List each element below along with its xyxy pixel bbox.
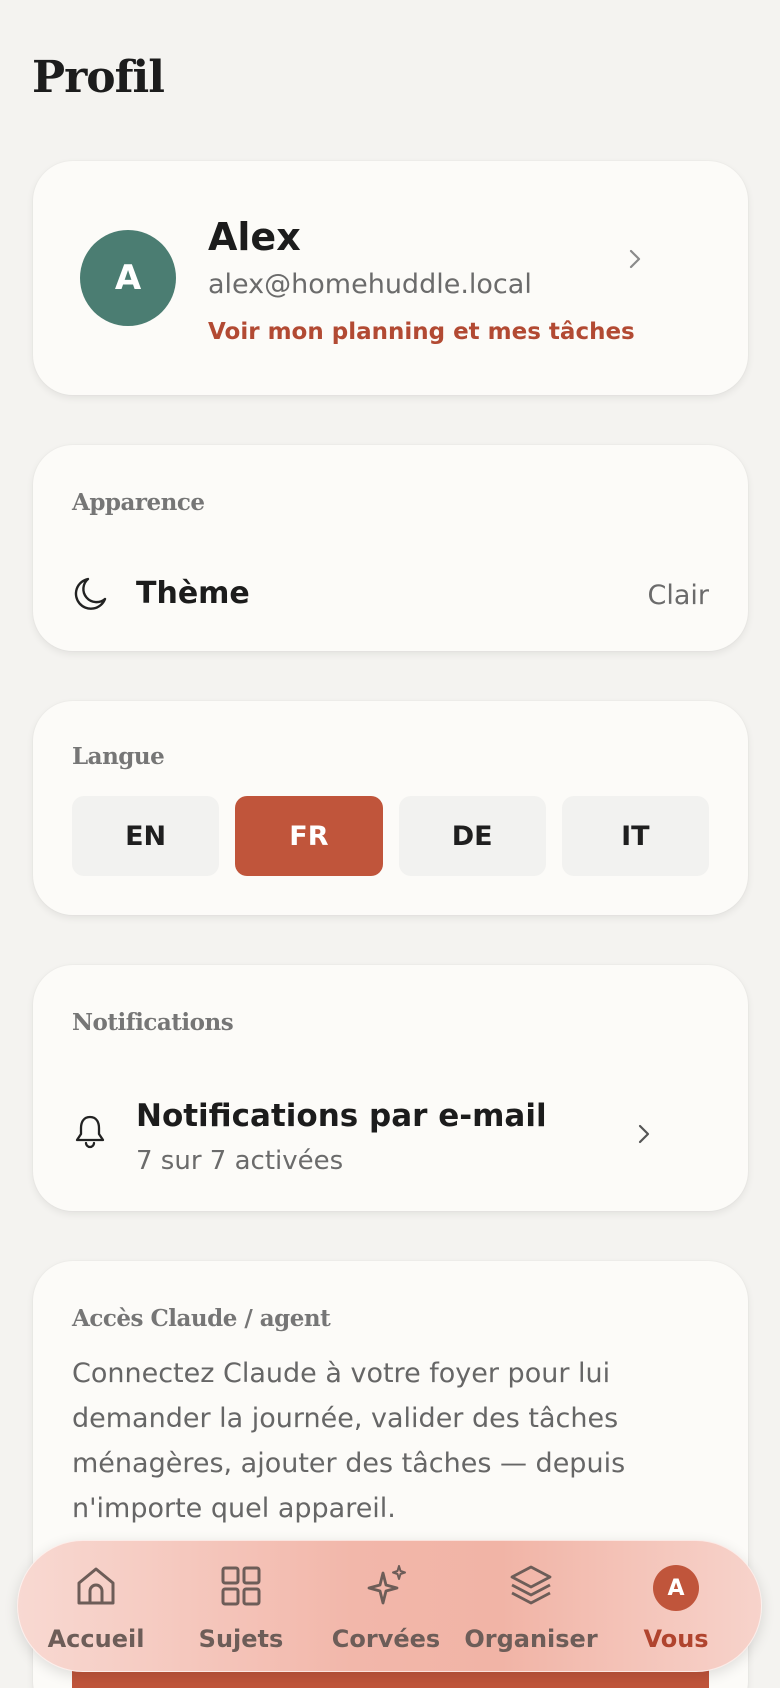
- nav-item-accueil[interactable]: Accueil: [26, 1541, 166, 1673]
- layers-icon: [508, 1563, 554, 1609]
- bottom-nav: Accueil Sujets Corvées Organiser A Vous: [17, 1540, 762, 1672]
- section-label-notifications: Notifications: [72, 1009, 234, 1036]
- nav-item-organiser[interactable]: Organiser: [461, 1541, 601, 1673]
- grid-icon: [218, 1563, 264, 1609]
- notifications-card: Notifications Notifications par e-mail 7…: [33, 965, 748, 1211]
- home-icon: [73, 1563, 119, 1609]
- profile-name: Alex: [208, 215, 301, 259]
- lang-button-it[interactable]: IT: [561, 796, 709, 876]
- profile-card[interactable]: A Alex alex@homehuddle.local Voir mon pl…: [33, 161, 748, 395]
- section-label-appearance: Apparence: [72, 489, 205, 516]
- chevron-right-icon: [633, 1123, 655, 1145]
- lang-button-en[interactable]: EN: [72, 796, 220, 876]
- theme-value[interactable]: Clair: [647, 580, 709, 611]
- lang-button-fr[interactable]: FR: [235, 796, 383, 876]
- nav-item-corvees[interactable]: Corvées: [316, 1541, 456, 1673]
- nav-item-vous[interactable]: A Vous: [606, 1541, 746, 1673]
- nav-label: Corvées: [331, 1625, 441, 1653]
- nav-label: Vous: [643, 1625, 709, 1653]
- section-label-language: Langue: [72, 743, 165, 770]
- bell-icon: [73, 1114, 107, 1150]
- lang-button-de[interactable]: DE: [398, 796, 546, 876]
- nav-label: Sujets: [198, 1625, 284, 1653]
- appearance-card: Apparence Thème Clair: [33, 445, 748, 651]
- avatar: A: [653, 1565, 699, 1611]
- email-notifications-status: 7 sur 7 activées: [136, 1146, 344, 1176]
- chevron-right-icon: [624, 248, 646, 270]
- nav-label: Accueil: [47, 1625, 145, 1653]
- avatar: A: [80, 230, 176, 326]
- nav-item-sujets[interactable]: Sujets: [171, 1541, 311, 1673]
- email-notifications-title: Notifications par e-mail: [136, 1098, 547, 1134]
- section-label-agent: Accès Claude / agent: [72, 1305, 331, 1332]
- theme-label: Thème: [136, 576, 250, 611]
- planning-link[interactable]: Voir mon planning et mes tâches: [208, 319, 635, 345]
- profile-page: Profil A Alex alex@homehuddle.local Voir…: [0, 0, 780, 1688]
- language-selector: EN FR DE IT: [72, 796, 709, 876]
- page-title: Profil: [32, 52, 165, 103]
- language-card: Langue EN FR DE IT: [33, 701, 748, 915]
- profile-email: alex@homehuddle.local: [208, 269, 532, 300]
- agent-description: Connectez Claude à votre foyer pour lui …: [72, 1358, 626, 1524]
- nav-label: Organiser: [464, 1625, 598, 1653]
- moon-icon: [71, 575, 109, 613]
- sparkle-icon: [363, 1563, 409, 1609]
